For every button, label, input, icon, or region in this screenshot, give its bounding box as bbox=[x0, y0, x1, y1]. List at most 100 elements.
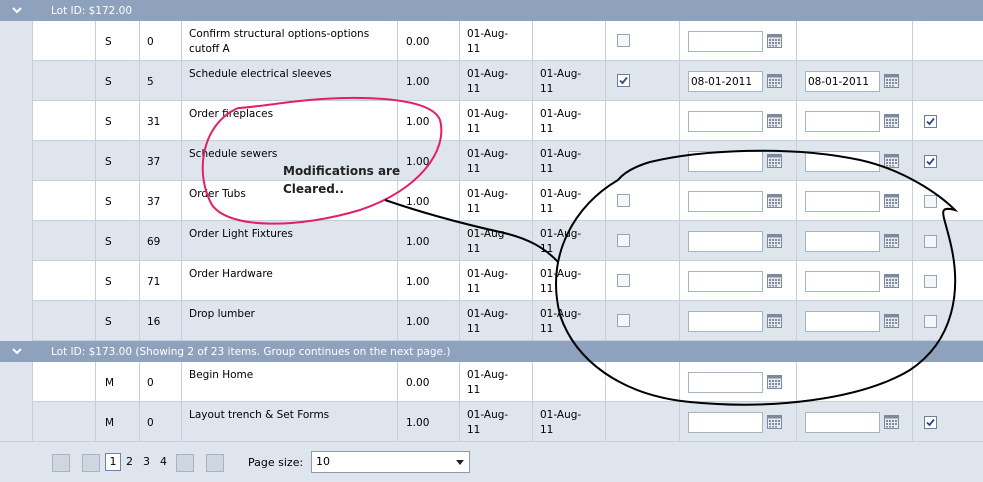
type-cell: M bbox=[96, 362, 140, 402]
number-cell: 37 bbox=[140, 141, 182, 181]
table-row[interactable]: S 69 Order Light Fixtures 1.00 01-Aug-11 01-A… bbox=[0, 221, 983, 261]
table-row[interactable]: M 0 Layout trench & Set Forms 1.00 01-Aug-11… bbox=[0, 402, 983, 442]
checkbox-checked[interactable] bbox=[924, 416, 937, 429]
calendar-icon[interactable] bbox=[884, 154, 899, 168]
calendar-icon[interactable] bbox=[884, 194, 899, 208]
collapse-chevron-icon[interactable] bbox=[0, 0, 33, 21]
date-input[interactable] bbox=[805, 111, 880, 132]
last-page-button[interactable] bbox=[206, 454, 224, 472]
checkbox[interactable] bbox=[924, 195, 937, 208]
table-row[interactable]: M 0 Begin Home 0.00 01-Aug-11 bbox=[0, 362, 983, 402]
page-number-4[interactable]: 4 bbox=[160, 455, 167, 468]
date-input[interactable] bbox=[805, 231, 880, 252]
row-indent bbox=[0, 301, 33, 341]
table-row[interactable]: S 71 Order Hardware 1.00 01-Aug-11 01-Aug-11 bbox=[0, 261, 983, 301]
date-text: 01-Aug-11 bbox=[540, 148, 582, 175]
date-input[interactable] bbox=[805, 412, 880, 433]
checkbox-cell bbox=[913, 301, 983, 341]
page-size-select[interactable]: 10 bbox=[311, 451, 470, 473]
checkbox[interactable] bbox=[924, 275, 937, 288]
first-page-button[interactable] bbox=[52, 454, 70, 472]
checkbox-cell bbox=[606, 261, 680, 301]
date-input-cell bbox=[797, 362, 913, 402]
date-input[interactable] bbox=[688, 111, 763, 132]
row-indent bbox=[0, 141, 33, 181]
date-cell: 01-Aug-11 bbox=[460, 61, 533, 101]
date-cell: 01-Aug-11 bbox=[533, 261, 606, 301]
page-number-2[interactable]: 2 bbox=[126, 455, 133, 468]
date-input[interactable] bbox=[805, 311, 880, 332]
page-number-3[interactable]: 3 bbox=[143, 455, 150, 468]
checkbox-cell bbox=[606, 181, 680, 221]
collapse-chevron-icon[interactable] bbox=[0, 341, 33, 362]
calendar-icon[interactable] bbox=[767, 194, 782, 208]
date-cell: 01-Aug-11 bbox=[460, 362, 533, 402]
table-row[interactable]: S 31 Order fireplaces 1.00 01-Aug-11 01-Aug-1… bbox=[0, 101, 983, 141]
checkbox[interactable] bbox=[617, 314, 630, 327]
checkbox-checked[interactable] bbox=[924, 115, 937, 128]
date-text: 01-Aug-11 bbox=[540, 308, 582, 335]
number-cell: 37 bbox=[140, 181, 182, 221]
description-cell: Layout trench & Set Forms bbox=[182, 402, 398, 442]
date-input[interactable] bbox=[688, 151, 763, 172]
page-number-1[interactable]: 1 bbox=[105, 453, 121, 471]
date-input[interactable] bbox=[805, 271, 880, 292]
table-row[interactable]: S 16 Drop lumber 1.00 01-Aug-11 01-Aug-11 bbox=[0, 301, 983, 341]
calendar-icon[interactable] bbox=[884, 74, 899, 88]
date-input[interactable] bbox=[688, 71, 763, 92]
calendar-icon[interactable] bbox=[767, 274, 782, 288]
checkbox[interactable] bbox=[617, 234, 630, 247]
date-input[interactable] bbox=[688, 231, 763, 252]
calendar-icon[interactable] bbox=[884, 415, 899, 429]
number-cell: 0 bbox=[140, 402, 182, 442]
checkbox[interactable] bbox=[924, 315, 937, 328]
type-text: S bbox=[105, 316, 112, 328]
calendar-icon[interactable] bbox=[884, 114, 899, 128]
date-input[interactable] bbox=[688, 372, 763, 393]
description-text: Order fireplaces bbox=[189, 108, 274, 120]
checkbox-checked[interactable] bbox=[617, 74, 630, 87]
date-input[interactable] bbox=[688, 412, 763, 433]
date-input[interactable] bbox=[688, 191, 763, 212]
calendar-icon[interactable] bbox=[767, 375, 782, 389]
date-input[interactable] bbox=[805, 151, 880, 172]
calendar-icon[interactable] bbox=[884, 274, 899, 288]
quantity-text: 1.00 bbox=[406, 276, 430, 288]
date-input[interactable] bbox=[688, 311, 763, 332]
blank-cell bbox=[33, 362, 96, 402]
checkbox[interactable] bbox=[924, 235, 937, 248]
calendar-icon[interactable] bbox=[884, 234, 899, 248]
date-text: 01-Aug-11 bbox=[467, 409, 509, 436]
checkbox[interactable] bbox=[617, 194, 630, 207]
calendar-icon[interactable] bbox=[767, 154, 782, 168]
calendar-icon[interactable] bbox=[767, 234, 782, 248]
table-row[interactable]: S 5 Schedule electrical sleeves 1.00 01-Aug-… bbox=[0, 61, 983, 101]
calendar-icon[interactable] bbox=[767, 74, 782, 88]
next-page-button[interactable] bbox=[176, 454, 194, 472]
date-input[interactable] bbox=[688, 31, 763, 52]
checkbox-checked[interactable] bbox=[924, 155, 937, 168]
date-input[interactable] bbox=[688, 271, 763, 292]
calendar-icon[interactable] bbox=[767, 415, 782, 429]
calendar-icon[interactable] bbox=[767, 314, 782, 328]
date-input[interactable] bbox=[805, 71, 880, 92]
date-text: 01-Aug-11 bbox=[467, 369, 509, 396]
checkbox-cell bbox=[913, 61, 983, 101]
blank-cell bbox=[33, 261, 96, 301]
number-cell: 5 bbox=[140, 61, 182, 101]
checkbox[interactable] bbox=[617, 34, 630, 47]
date-input[interactable] bbox=[805, 191, 880, 212]
calendar-icon[interactable] bbox=[884, 314, 899, 328]
table-row[interactable]: S 0 Confirm structural options-options cut… bbox=[0, 21, 983, 61]
date-text: 01-Aug-11 bbox=[540, 228, 582, 255]
type-text: M bbox=[105, 417, 115, 429]
quantity-text: 1.00 bbox=[406, 76, 430, 88]
description-text: Order Hardware bbox=[189, 268, 273, 280]
type-text: S bbox=[105, 276, 112, 288]
table-row[interactable]: S 37 Order Tubs 1.00 01-Aug-11 01-Aug-11 bbox=[0, 181, 983, 221]
previous-page-button[interactable] bbox=[82, 454, 100, 472]
checkbox[interactable] bbox=[617, 274, 630, 287]
calendar-icon[interactable] bbox=[767, 34, 782, 48]
calendar-icon[interactable] bbox=[767, 114, 782, 128]
table-row[interactable]: S 37 Schedule sewers 1.00 01-Aug-11 01-Aug-11 bbox=[0, 141, 983, 181]
